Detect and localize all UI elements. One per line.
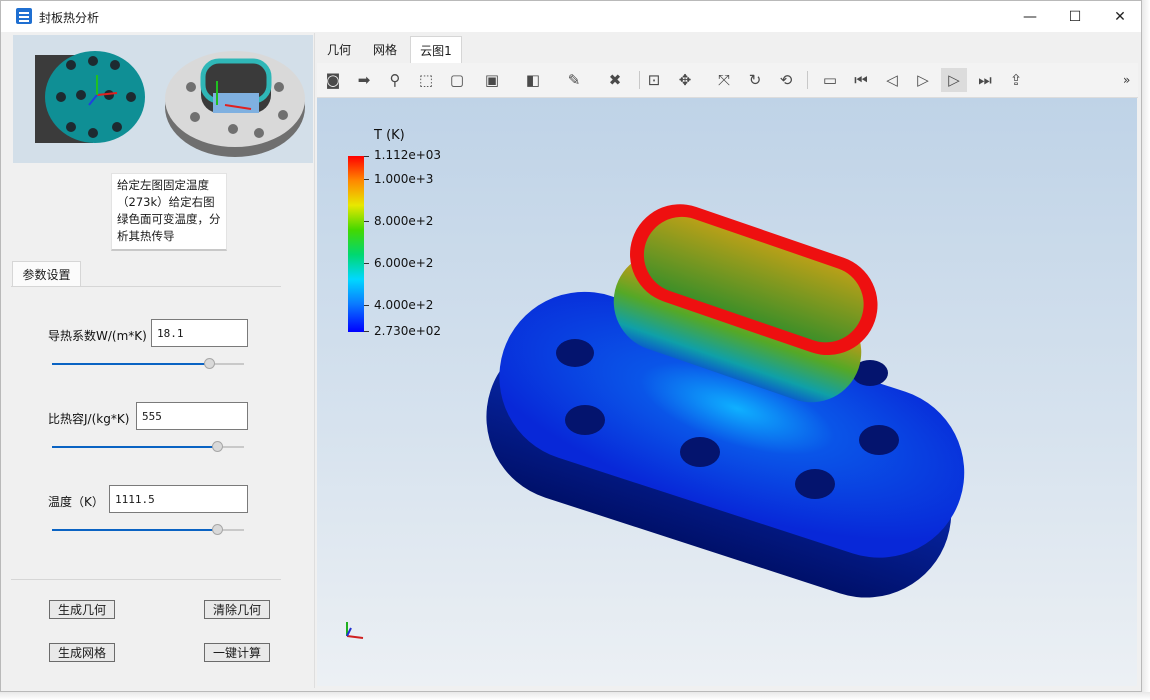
3d-viewport[interactable]: T (K) 1.112e+03 1.000e+3 8.000e+2 6.000e… (317, 98, 1137, 686)
left-panel: 给定左图固定温度（273k）给定右图绿色面可变温度，分析其热传导 参数设置 导热… (11, 33, 313, 688)
window-shadow-bottom (0, 692, 1150, 700)
maximize-button[interactable]: ☐ (1052, 1, 1098, 32)
fit-icon[interactable]: ⬚ (413, 68, 439, 92)
window-title: 封板热分析 (39, 11, 100, 25)
panel-splitter[interactable] (314, 33, 315, 688)
display-mode-icon[interactable]: ▣ (479, 68, 505, 92)
window-shadow-right (1142, 0, 1150, 700)
description-note: 给定左图固定温度（273k）给定右图绿色面可变温度，分析其热传导 (111, 173, 227, 251)
axes-triad-icon (346, 622, 364, 639)
next-frame-icon[interactable]: ▷ (941, 68, 967, 92)
toolbar-separator (639, 71, 640, 89)
compute-button[interactable]: 一键计算 (204, 643, 270, 662)
param-label-thermal-conductivity: 导热系数W/(m*K) (48, 329, 147, 343)
tab-geometry[interactable]: 几何 (317, 36, 361, 62)
param-label-temperature: 温度（K） (48, 495, 104, 509)
thermal-conductivity-slider[interactable] (52, 357, 244, 371)
fixed-temp-geometry-preview (35, 51, 145, 143)
tab-mesh[interactable]: 网格 (363, 36, 407, 62)
axes-icon[interactable]: ⤧ (711, 68, 737, 92)
temperature-input[interactable]: 1111.5 (109, 485, 248, 513)
thermal-conductivity-input[interactable]: 18.1 (151, 319, 248, 347)
video-icon[interactable]: ▭ (817, 68, 843, 92)
generate-geometry-button[interactable]: 生成几何 (49, 600, 115, 619)
minimize-button[interactable]: — (1007, 1, 1053, 32)
clean-icon[interactable]: ✎ (561, 68, 587, 92)
slider-thumb[interactable] (212, 524, 224, 535)
tab-parameter-settings[interactable]: 参数设置 (12, 261, 81, 287)
temperature-slider[interactable] (52, 523, 244, 537)
title-bar: 封板热分析 — ☐ ✕ (1, 1, 1141, 32)
tab-divider (11, 286, 281, 287)
rotate-icon[interactable]: ↻ (742, 68, 768, 92)
slider-thumb[interactable] (212, 441, 224, 452)
zoom-box-icon[interactable]: ⊡ (641, 68, 667, 92)
toolbar-overflow-button[interactable]: » (1123, 73, 1130, 87)
clear-geometry-button[interactable]: 清除几何 (204, 600, 270, 619)
export-icon[interactable]: ➡ (351, 68, 377, 92)
render-mode-icon[interactable]: ◧ (520, 68, 546, 92)
specific-heat-input[interactable]: 555 (136, 402, 248, 430)
delete-icon[interactable]: ✖ (602, 68, 628, 92)
play-icon[interactable]: ▷ (910, 68, 936, 92)
tab-contour-1[interactable]: 云图1 (410, 36, 462, 63)
temperature-contour-model (346, 204, 965, 639)
slider-fill (52, 363, 210, 365)
generate-mesh-button[interactable]: 生成网格 (49, 643, 115, 662)
prev-frame-icon[interactable]: ◁ (879, 68, 905, 92)
preview-images (13, 35, 313, 163)
camera-icon[interactable]: ◙ (320, 68, 346, 92)
toolbar-separator (807, 71, 808, 89)
app-window: 封板热分析 — ☐ ✕ 给定左图固定温度（273k）给定右图绿色面可变温度，分析… (0, 0, 1142, 692)
reset-view-icon[interactable]: ⟲ (773, 68, 799, 92)
zoom-icon[interactable]: ⚲ (382, 68, 408, 92)
param-label-specific-heat: 比热容J/(kg*K) (48, 412, 130, 426)
app-icon (16, 8, 32, 24)
panel-divider (11, 579, 281, 580)
first-frame-icon[interactable]: ⏮ (848, 68, 874, 92)
close-button[interactable]: ✕ (1097, 1, 1143, 32)
slider-fill (52, 529, 218, 531)
box-icon[interactable]: ▢ (444, 68, 470, 92)
pan-icon[interactable]: ✥ (672, 68, 698, 92)
specific-heat-slider[interactable] (52, 440, 244, 454)
share-icon[interactable]: ⇪ (1003, 68, 1029, 92)
last-frame-icon[interactable]: ⏭ (972, 68, 998, 92)
viewer-toolbar: ◙ ➡ ⚲ ⬚ ▢ ▣ ◧ ✎ ✖ ⊡ ✥ ⤧ ↻ ⟲ ▭ ⏮ ◁ ▷ ▷ ⏭ … (317, 63, 1138, 98)
slider-fill (52, 446, 218, 448)
variable-temp-geometry-preview (165, 51, 305, 157)
slider-thumb[interactable] (204, 358, 216, 369)
